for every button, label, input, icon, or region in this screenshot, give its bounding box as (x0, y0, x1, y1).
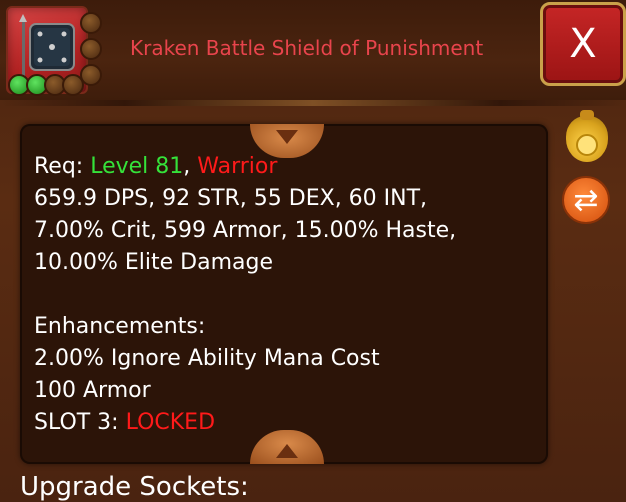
item-portrait (6, 6, 88, 96)
arrow-up-icon (276, 444, 298, 458)
empty-socket-side-3 (80, 64, 102, 86)
stat-line: 10.00% Elite Damage (34, 250, 273, 275)
coin-bag-icon[interactable] (566, 110, 608, 162)
header-divider (0, 100, 626, 106)
enhancement-line: 2.00% Ignore Ability Mana Cost (34, 346, 380, 371)
empty-socket-side-1 (80, 12, 102, 34)
item-stats-text: Req: Level 81, Warrior 659.9 DPS, 92 STR… (34, 151, 544, 439)
arrow-down-icon (276, 130, 298, 144)
slot-status: LOCKED (125, 410, 216, 435)
item-title: Kraken Battle Shield of Punishment (130, 36, 484, 60)
enhancement-line: 100 Armor (34, 378, 151, 403)
empty-socket-side-2 (80, 38, 102, 60)
required-level: Level 81 (90, 154, 184, 179)
required-class: Warrior (197, 154, 278, 179)
swap-icon[interactable]: ⇄ (562, 176, 610, 224)
close-icon: X (569, 21, 597, 67)
coin-icon (576, 134, 598, 156)
requirements-line: Req: Level 81, Warrior (34, 154, 278, 179)
upgrade-sockets-heading: Upgrade Sockets: (20, 472, 249, 502)
bag-tie (580, 110, 594, 120)
close-button[interactable]: X (540, 2, 626, 86)
enhancements-heading: Enhancements: (34, 314, 206, 339)
slot-line: SLOT 3: LOCKED (34, 410, 216, 435)
stat-line: 659.9 DPS, 92 STR, 55 DEX, 60 INT, (34, 186, 428, 211)
stat-line: 7.00% Crit, 599 Armor, 15.00% Haste, (34, 218, 457, 243)
